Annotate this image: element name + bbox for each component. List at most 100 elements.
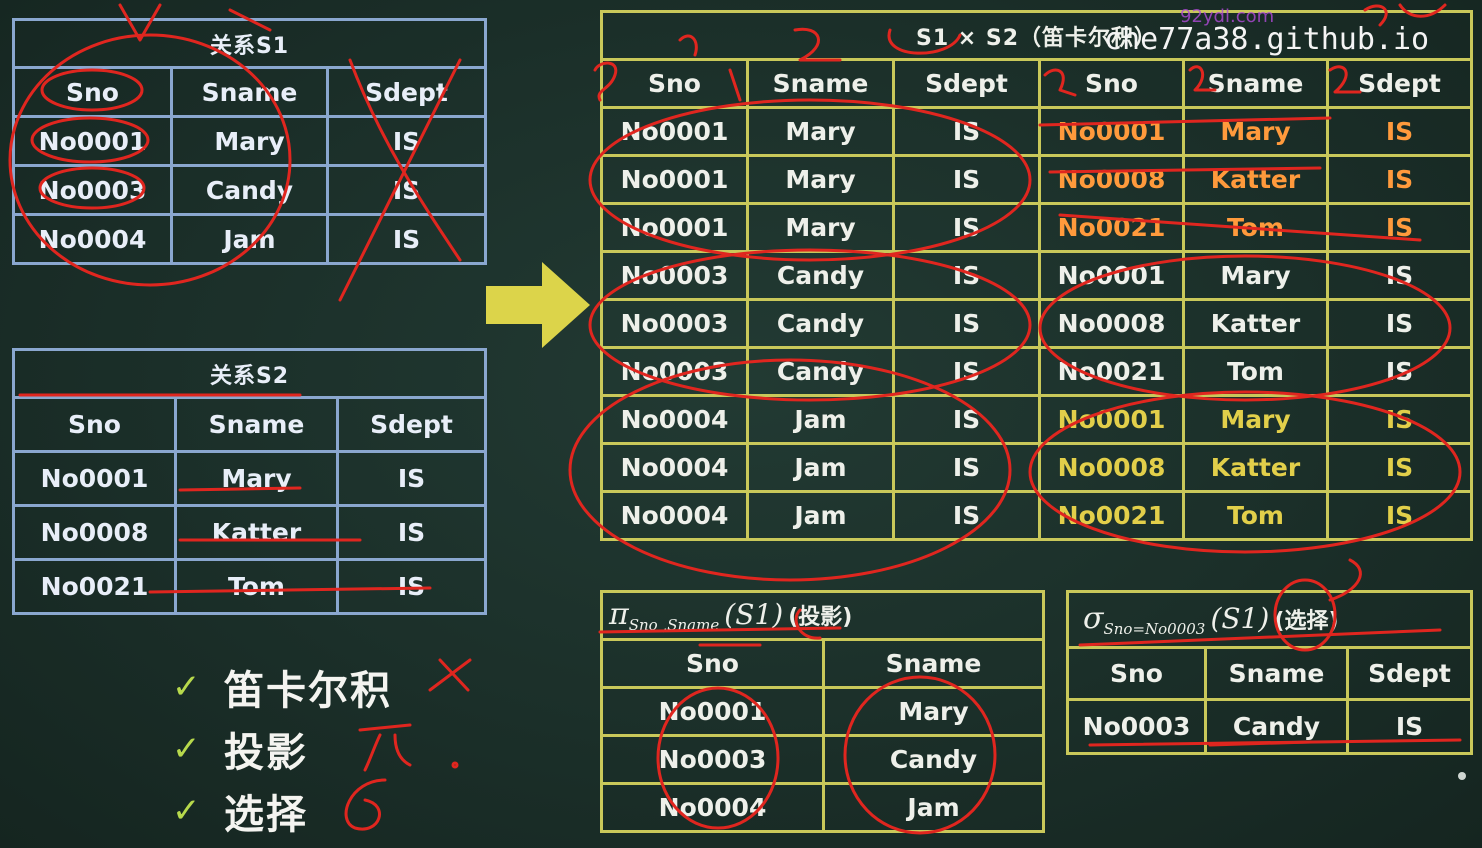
table-row: No0001 Mary IS xyxy=(12,115,488,167)
table-cell: Tom xyxy=(174,558,339,615)
table-row: No0001 Mary IS No0021 Tom IS xyxy=(600,202,1474,253)
table-cell: IS xyxy=(892,298,1041,349)
table-cell: IS xyxy=(1325,346,1474,397)
column-header: Sname xyxy=(746,58,895,109)
relation-s1-table: 关系S1 Sno Sname Sdept No0001 Mary IS No00… xyxy=(11,18,488,265)
table-row: No0003 Candy IS xyxy=(12,164,488,216)
table-cell: No0001 xyxy=(600,202,749,253)
table-cell: No0003 xyxy=(600,298,749,349)
selection-formula: σSno=No0003 (S1) (选择) xyxy=(1065,590,1474,649)
relation-s2-table: 关系S2 Sno Sname Sdept No0001 Mary IS No00… xyxy=(11,348,488,615)
table-cell: No0008 xyxy=(1038,298,1185,349)
table-cell: IS xyxy=(1325,394,1474,445)
table-cell: IS xyxy=(892,106,1041,157)
table-cell: Mary xyxy=(821,686,1046,737)
table-cell: IS xyxy=(1325,442,1474,493)
table-row: No0004 Jam xyxy=(600,782,1046,833)
column-header: Sno xyxy=(600,58,749,109)
cartesian-product-table: S1 × S2（笛卡尔积） Sno Sname Sdept Sno Sname … xyxy=(599,10,1474,541)
table-cell: Jam xyxy=(746,442,895,493)
table-cell: Mary xyxy=(1182,394,1329,445)
formula-subscript: Sno=No0003 xyxy=(1103,620,1206,638)
table-row: No0001 Mary IS No0008 Katter IS xyxy=(600,154,1474,205)
table-cell: No0004 xyxy=(600,442,749,493)
table-cell: No0021 xyxy=(1038,202,1185,253)
table-cell: No0004 xyxy=(12,213,173,265)
table-cell: Jam xyxy=(746,394,895,445)
formula-label: (选择) xyxy=(1274,609,1339,634)
table-row: No0001 Mary IS xyxy=(12,450,488,507)
formula-label: (投影) xyxy=(788,605,853,630)
formula-argument: (S1) xyxy=(1210,602,1270,635)
table-cell: IS xyxy=(1325,490,1474,541)
table-cell: No0001 xyxy=(600,154,749,205)
column-header: Sname xyxy=(1182,58,1329,109)
checklist-label: 笛卡尔积 xyxy=(224,668,392,714)
column-header: Sno xyxy=(1038,58,1185,109)
table-row: No0001 Mary xyxy=(600,686,1046,737)
table-cell: IS xyxy=(892,490,1041,541)
table-cell: Jam xyxy=(821,782,1046,833)
table-cell: Tom xyxy=(1182,202,1329,253)
table-cell: Tom xyxy=(1182,490,1329,541)
list-item: ✓ 选择 xyxy=(172,780,392,842)
table-header-row: Sno Sname Sdept xyxy=(12,66,488,118)
table-cell: No0001 xyxy=(600,686,825,737)
table-cell: No0003 xyxy=(12,164,173,216)
table-cell: IS xyxy=(1325,154,1474,205)
table-row: No0004 Jam IS No0021 Tom IS xyxy=(600,490,1474,541)
table-cell: No0021 xyxy=(1038,490,1185,541)
table-row: No0003 Candy xyxy=(600,734,1046,785)
table-cell: No0008 xyxy=(1038,442,1185,493)
table-cell: IS xyxy=(1345,698,1474,755)
column-header: Sno xyxy=(1066,646,1207,701)
formula-argument: (S1) xyxy=(724,598,784,631)
table-cell: IS xyxy=(892,442,1041,493)
table-header-row: Sno Sname Sdept xyxy=(12,396,488,453)
checklist-label: 选择 xyxy=(224,792,308,838)
table-cell: No0004 xyxy=(600,490,749,541)
table-caption: 关系S1 xyxy=(11,18,488,69)
table-cell: No0001 xyxy=(600,106,749,157)
table-cell: No0003 xyxy=(1066,698,1207,755)
column-header: Sno xyxy=(12,396,177,453)
column-header: Sdept xyxy=(892,58,1041,109)
table-cell: Candy xyxy=(746,250,895,301)
table-cell: IS xyxy=(892,250,1041,301)
column-header: Sdept xyxy=(335,396,488,453)
column-header: Sdept xyxy=(1345,646,1474,701)
table-cell: Candy xyxy=(746,298,895,349)
table-cell: IS xyxy=(335,504,488,561)
table-cell: No0004 xyxy=(600,782,825,833)
table-header-row: Sno Sname xyxy=(600,638,1046,689)
table-cell: IS xyxy=(892,346,1041,397)
projection-table: πSno ,Sname (S1) (投影) Sno Sname No0001 M… xyxy=(599,590,1046,833)
list-item: ✓ 笛卡尔积 xyxy=(172,656,392,718)
column-header: Sname xyxy=(174,396,339,453)
table-cell: No0001 xyxy=(12,450,177,507)
table-row: No0003 Candy IS No0001 Mary IS xyxy=(600,250,1474,301)
projection-formula: πSno ,Sname (S1) (投影) xyxy=(599,590,1046,641)
table-cell: Jam xyxy=(746,490,895,541)
list-item: ✓ 投影 xyxy=(172,718,392,780)
selection-table: σSno=No0003 (S1) (选择) Sno Sname Sdept No… xyxy=(1065,590,1474,755)
site-watermark: che77a38.github.io xyxy=(1104,22,1430,57)
table-row: No0003 Candy IS xyxy=(1066,698,1474,755)
table-row: No0004 Jam IS No0001 Mary IS xyxy=(600,394,1474,445)
table-cell: IS xyxy=(892,394,1041,445)
column-header: Sname xyxy=(821,638,1046,689)
table-row: No0004 Jam IS No0008 Katter IS xyxy=(600,442,1474,493)
checkmark-icon: ✓ xyxy=(172,791,201,831)
table-row: No0003 Candy IS No0021 Tom IS xyxy=(600,346,1474,397)
table-row: No0004 Jam IS xyxy=(12,213,488,265)
column-header: Sno xyxy=(12,66,173,118)
table-cell: IS xyxy=(335,558,488,615)
table-caption: 关系S2 xyxy=(11,348,488,399)
table-cell: Tom xyxy=(1182,346,1329,397)
table-cell: No0021 xyxy=(1038,346,1185,397)
table-cell: Mary xyxy=(170,115,329,167)
checkmark-icon: ✓ xyxy=(172,667,201,707)
table-cell: Candy xyxy=(1204,698,1349,755)
column-header: Sname xyxy=(170,66,329,118)
column-header: Sdept xyxy=(325,66,488,118)
